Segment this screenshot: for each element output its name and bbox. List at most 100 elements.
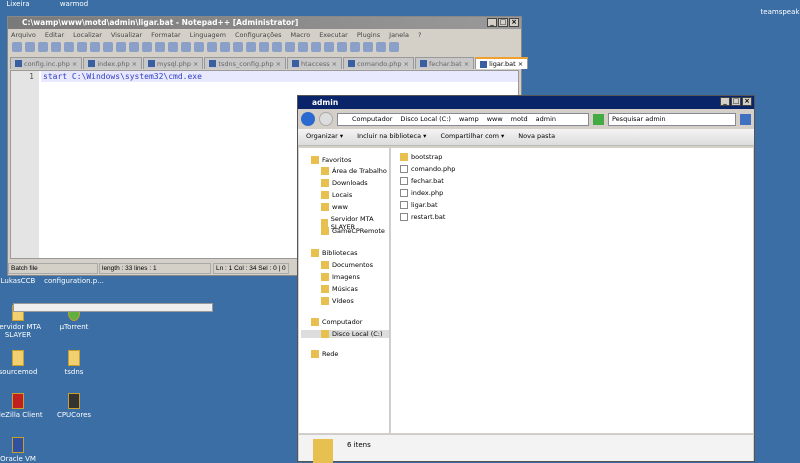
horizontal-scrollbar[interactable] xyxy=(13,303,213,312)
nav-item[interactable]: Favoritos xyxy=(311,156,351,164)
toolbar-button[interactable]: Compartilhar com ▾ xyxy=(440,132,504,142)
close-tab-icon[interactable]: × xyxy=(518,60,523,68)
tab[interactable]: htaccess × xyxy=(287,57,343,69)
menu-item[interactable]: Arquivo xyxy=(11,31,36,39)
menu-item[interactable]: Executar xyxy=(319,31,348,39)
menu-item[interactable]: Macro xyxy=(291,31,311,39)
breadcrumb-item[interactable]: admin xyxy=(536,114,556,125)
close-tab-icon[interactable]: × xyxy=(332,60,337,68)
toolbar-button[interactable]: Organizar ▾ xyxy=(306,132,343,142)
nav-item[interactable]: Computador xyxy=(311,318,362,326)
refresh-icon[interactable] xyxy=(593,113,604,125)
desktop-icon[interactable]: tsdns xyxy=(44,350,104,376)
menu-item[interactable]: Linguagem xyxy=(190,31,226,39)
address-bar[interactable]: Computador Disco Local (C:) wamp www motd adm… xyxy=(337,112,589,126)
nav-item[interactable]: Vídeos xyxy=(321,297,354,305)
toolbar-icon[interactable] xyxy=(272,42,282,52)
toolbar-icon[interactable] xyxy=(116,42,126,52)
desktop-icon[interactable]: configuration.p... xyxy=(44,277,104,285)
desktop-icon[interactable]: Oracle VM xyxy=(0,437,48,463)
toolbar-button[interactable]: Incluir na biblioteca ▾ xyxy=(357,132,426,142)
nav-item[interactable]: Imagens xyxy=(321,273,360,281)
nav-item[interactable]: Downloads xyxy=(321,179,368,187)
toolbar-icon[interactable] xyxy=(155,42,165,52)
toolbar-icon[interactable] xyxy=(25,42,35,52)
code-line[interactable]: start C:\Windows\system32\cmd.exe xyxy=(41,71,518,82)
toolbar-icon[interactable] xyxy=(90,42,100,52)
toolbar-icon[interactable] xyxy=(363,42,373,52)
toolbar-icon[interactable] xyxy=(168,42,178,52)
toolbar-icon[interactable] xyxy=(77,42,87,52)
file-item[interactable]: restart.bat xyxy=(400,213,445,221)
nav-item[interactable]: Área de Trabalho xyxy=(321,167,387,175)
menu-item[interactable]: Janela xyxy=(389,31,409,39)
minimize-button[interactable]: _ xyxy=(720,97,730,106)
menu-item[interactable]: ? xyxy=(418,31,421,39)
toolbar-icon[interactable] xyxy=(38,42,48,52)
toolbar-icon[interactable] xyxy=(51,42,61,52)
tab[interactable]: fechar.bat × xyxy=(414,57,475,69)
toolbar-icon[interactable] xyxy=(12,42,22,52)
desktop-icon[interactable]: warmod xyxy=(44,0,104,8)
file-item[interactable]: index.php xyxy=(400,189,443,197)
desktop-icon[interactable]: Lixeira xyxy=(0,0,48,8)
nav-item[interactable]: GameCPRemote xyxy=(321,227,385,235)
toolbar-icon[interactable] xyxy=(220,42,230,52)
menu-item[interactable]: Editar xyxy=(45,31,64,39)
toolbar-icon[interactable] xyxy=(142,42,152,52)
nav-item[interactable]: Documentos xyxy=(321,261,373,269)
breadcrumb-item[interactable]: motd xyxy=(511,114,528,125)
close-tab-icon[interactable]: × xyxy=(404,60,409,68)
maximize-button[interactable]: □ xyxy=(498,18,508,27)
search-input[interactable]: Pesquisar admin xyxy=(608,112,736,126)
menu-item[interactable]: Plugins xyxy=(357,31,380,39)
close-tab-icon[interactable]: × xyxy=(132,60,137,68)
back-button[interactable] xyxy=(301,112,315,126)
toolbar-icon[interactable] xyxy=(350,42,360,52)
tab[interactable]: tsdns_config.php × xyxy=(204,57,287,69)
toolbar-icon[interactable] xyxy=(233,42,243,52)
tab[interactable]: comando.php × xyxy=(343,57,414,69)
toolbar-icon[interactable] xyxy=(246,42,256,52)
toolbar-icon[interactable] xyxy=(259,42,269,52)
toolbar-icon[interactable] xyxy=(129,42,139,52)
nav-item[interactable]: Rede xyxy=(311,350,338,358)
nav-item[interactable]: Músicas xyxy=(321,285,358,293)
breadcrumb-item[interactable]: Disco Local (C:) xyxy=(400,114,451,125)
toolbar-icon[interactable] xyxy=(311,42,321,52)
tab[interactable]: mysql.php × xyxy=(143,57,204,69)
nav-item[interactable]: Locais xyxy=(321,191,352,199)
desktop-icon[interactable]: LukasCCB xyxy=(0,277,48,285)
breadcrumb-item[interactable]: wamp xyxy=(459,114,479,125)
toolbar-icon[interactable] xyxy=(194,42,204,52)
close-tab-icon[interactable]: × xyxy=(464,60,469,68)
desktop-icon[interactable]: FileZilla Client xyxy=(0,393,48,419)
file-item[interactable]: ligar.bat xyxy=(400,201,438,209)
tab[interactable]: ligar.bat × xyxy=(475,57,529,69)
toolbar-icon[interactable] xyxy=(103,42,113,52)
minimize-button[interactable]: _ xyxy=(487,18,497,27)
toolbar-icon[interactable] xyxy=(337,42,347,52)
close-tab-icon[interactable]: × xyxy=(276,60,281,68)
tab[interactable]: index.php × xyxy=(83,57,143,69)
desktop-icon[interactable]: teamspeak xyxy=(750,8,800,16)
nav-item[interactable]: www xyxy=(321,203,348,211)
menu-item[interactable]: Formatar xyxy=(151,31,181,39)
breadcrumb-item[interactable]: www xyxy=(487,114,503,125)
nav-item[interactable]: Disco Local (C:) xyxy=(301,330,389,338)
close-tab-icon[interactable]: × xyxy=(193,60,198,68)
toolbar-icon[interactable] xyxy=(207,42,217,52)
desktop-icon[interactable]: sourcemod xyxy=(0,350,48,376)
toolbar-icon[interactable] xyxy=(376,42,386,52)
menu-item[interactable]: Configurações xyxy=(235,31,282,39)
toolbar-icon[interactable] xyxy=(64,42,74,52)
toolbar-icon[interactable] xyxy=(285,42,295,52)
file-item[interactable]: bootstrap xyxy=(400,153,442,161)
toolbar-icon[interactable] xyxy=(298,42,308,52)
search-icon[interactable] xyxy=(740,113,751,125)
file-item[interactable]: fechar.bat xyxy=(400,177,444,185)
nav-item[interactable]: Bibliotecas xyxy=(311,249,357,257)
breadcrumb-item[interactable]: Computador xyxy=(352,114,392,125)
file-item[interactable]: comando.php xyxy=(400,165,455,173)
menu-item[interactable]: Localizar xyxy=(73,31,102,39)
